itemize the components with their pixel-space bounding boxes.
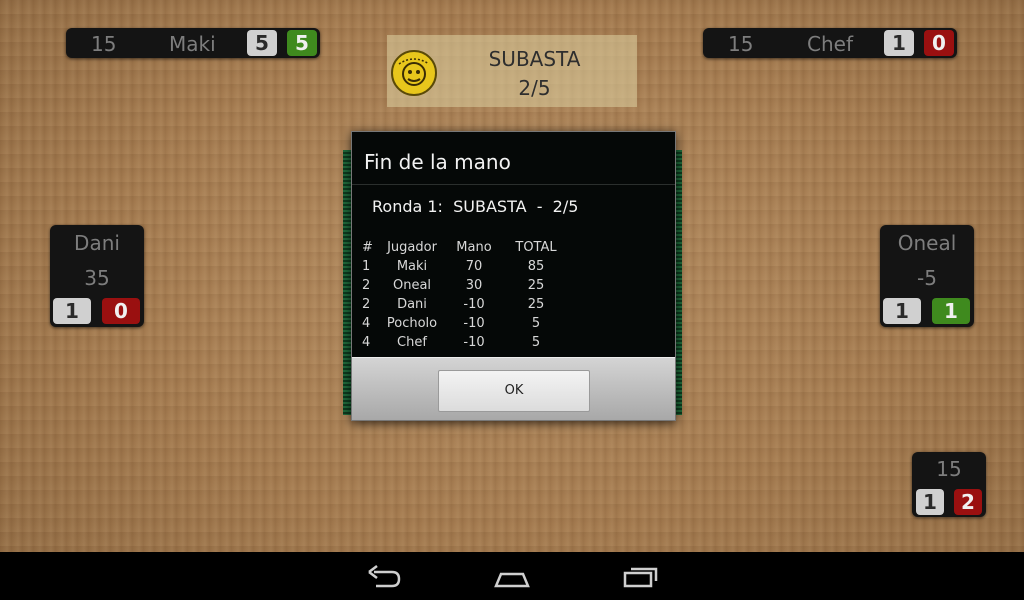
player-name: Chef: [807, 32, 853, 56]
player-name: Maki: [169, 32, 216, 56]
cell-rank: 2: [362, 278, 371, 293]
cell-player: Maki: [396, 259, 428, 274]
badge-score-negative: 0: [924, 30, 954, 56]
player-box-self: 15 1 2: [912, 452, 986, 517]
game-table: 15 Maki 5 5 15 Chef 1 0 SUBASTA 2/5 Dani…: [0, 0, 1024, 552]
header-total: TOTAL: [515, 240, 557, 255]
badge-score-negative: 0: [102, 298, 140, 324]
player-bar-chef: 15 Chef 1 0: [703, 28, 957, 58]
badge-hands: 1: [883, 298, 921, 324]
badge-hands: 1: [53, 298, 91, 324]
cell-hand: -10: [463, 335, 485, 350]
cell-player: Pocholo: [386, 316, 438, 331]
cell-player: Dani: [397, 297, 427, 312]
cell-total: 85: [527, 259, 545, 274]
round-mode: SUBASTA: [488, 47, 581, 71]
dialog-subtitle: Ronda 1: SUBASTA - 2/5: [372, 197, 579, 216]
end-of-hand-dialog: Fin de la mano Ronda 1: SUBASTA - 2/5 # …: [351, 131, 676, 421]
dialog-title: Fin de la mano: [364, 150, 511, 174]
cell-rank: 4: [362, 316, 371, 331]
game-logo-icon: [391, 50, 437, 96]
player-score: 35: [84, 266, 110, 290]
header-rank: #: [362, 240, 373, 255]
dialog-divider: [352, 184, 675, 185]
system-nav-bar: [0, 552, 1024, 600]
cell-rank: 2: [362, 297, 371, 312]
player-score: -5: [917, 266, 937, 290]
cell-hand: -10: [463, 316, 485, 331]
badge-score-positive: 1: [932, 298, 970, 324]
cell-total: 5: [531, 316, 541, 331]
header-player: Jugador: [387, 240, 437, 255]
home-icon[interactable]: [493, 564, 531, 590]
dialog-glow-left: [343, 150, 351, 415]
player-score: 15: [936, 457, 962, 481]
badge-score-negative: 2: [954, 489, 982, 515]
cell-total: 25: [527, 278, 545, 293]
recent-apps-icon[interactable]: [622, 564, 660, 590]
player-points: 15: [91, 32, 117, 56]
player-bar-maki: 15 Maki 5 5: [66, 28, 320, 58]
cell-rank: 4: [362, 335, 371, 350]
monkey-face-icon: [398, 58, 430, 86]
ok-button[interactable]: OK: [438, 370, 590, 412]
dialog-button-bar: OK: [352, 357, 675, 420]
cell-total: 5: [531, 335, 541, 350]
cell-player: Chef: [397, 335, 427, 350]
cell-hand: 70: [465, 259, 483, 274]
header-hand: Mano: [456, 240, 492, 255]
player-box-oneal: Oneal -5 1 1: [880, 225, 974, 327]
round-info-panel: SUBASTA 2/5: [387, 35, 637, 107]
badge-hands: 1: [916, 489, 944, 515]
back-icon[interactable]: [366, 564, 402, 590]
player-box-dani: Dani 35 1 0: [50, 225, 144, 327]
cell-hand: 30: [465, 278, 483, 293]
player-points: 15: [728, 32, 754, 56]
badge-hands: 5: [247, 30, 277, 56]
player-name: Dani: [74, 231, 120, 255]
cell-rank: 1: [362, 259, 371, 274]
cell-player: Oneal: [392, 278, 432, 293]
cell-total: 25: [527, 297, 545, 312]
round-number: 2/5: [518, 76, 551, 100]
badge-hands: 1: [884, 30, 914, 56]
player-name: Oneal: [897, 231, 957, 255]
badge-score-positive: 5: [287, 30, 317, 56]
cell-hand: -10: [463, 297, 485, 312]
